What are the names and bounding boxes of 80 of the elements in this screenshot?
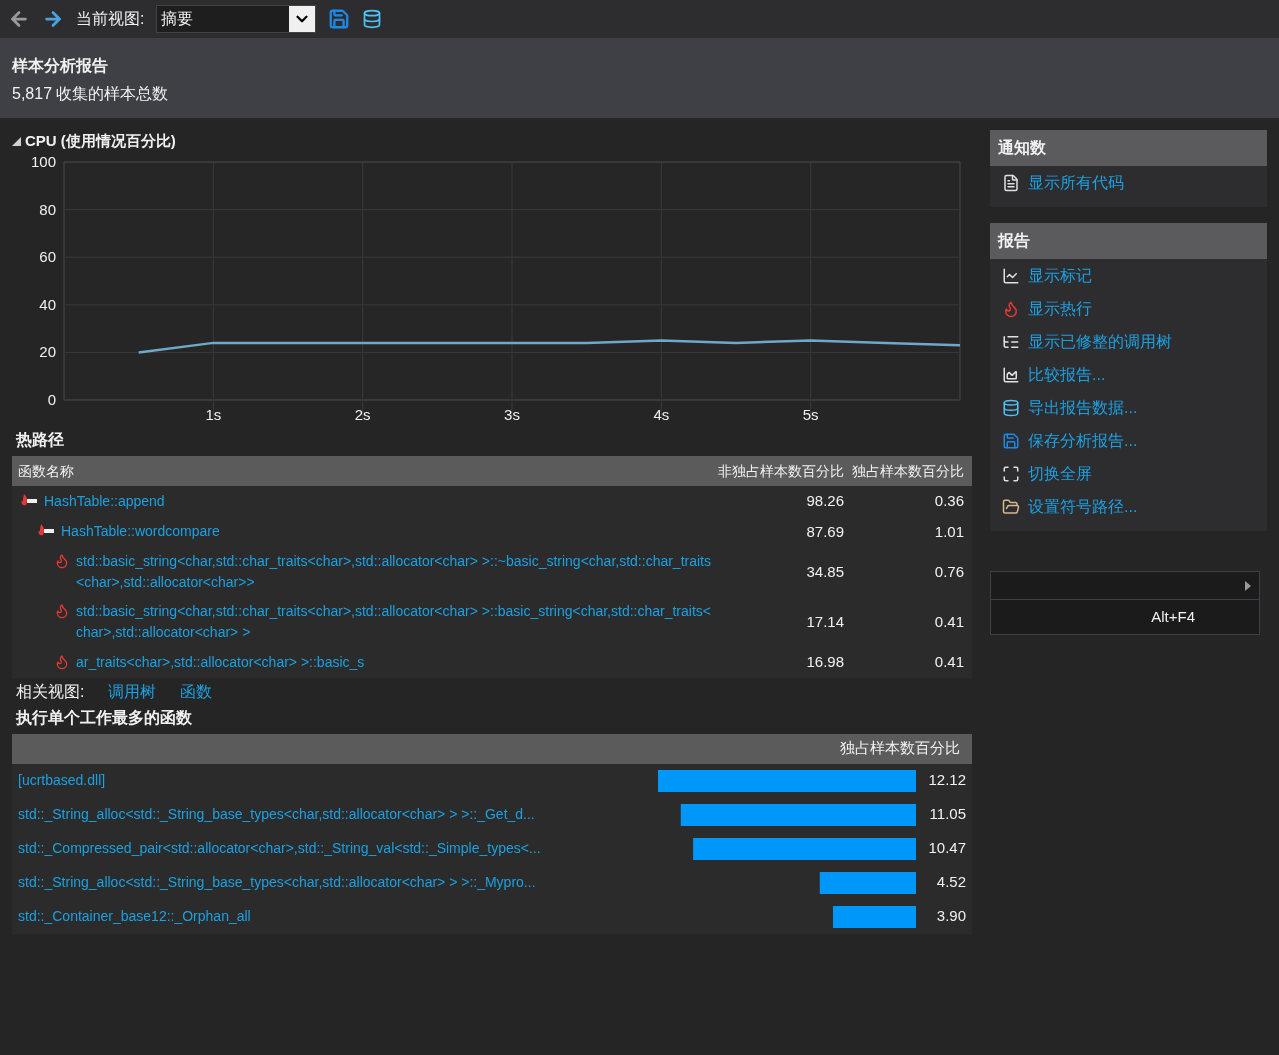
table-cell-text: 0.36 <box>933 491 965 511</box>
panel-link[interactable]: 显示标记 <box>1028 263 1092 288</box>
flame-icon <box>54 603 70 619</box>
panel-link[interactable]: 显示热行 <box>1028 296 1092 321</box>
flame-icon <box>54 553 70 569</box>
panel-link[interactable]: 设置符号路径... <box>1028 494 1138 519</box>
save-button[interactable] <box>328 8 351 30</box>
panel-header: 报告 <box>990 223 1267 259</box>
value-label: 11.05 <box>928 804 966 825</box>
document-icon <box>1002 173 1020 192</box>
function-link[interactable]: std::basic_string<char,std::char_traits<char>,std::allocator<char> >::basic_string<char,std::char_traits<char>,std::allocator<char> > <box>76 601 712 643</box>
x-tick-label: 1s <box>205 406 222 423</box>
x-tick-label: 3s <box>504 406 520 423</box>
x-tick-label: 2s <box>354 406 371 423</box>
panel-link[interactable]: 显示已修整的调用树 <box>1028 329 1172 354</box>
x-tick-label: 4s <box>653 406 670 423</box>
export-button[interactable] <box>362 9 383 29</box>
function-link[interactable]: HashTable::append <box>44 490 165 512</box>
chart-title: CPU (使用情况百分比) <box>25 130 176 151</box>
flame-pointer-icon <box>37 523 55 538</box>
report-title: 样本分析报告 <box>12 56 109 76</box>
table-cell-text: 1.01 <box>933 521 965 542</box>
table-cell-text: 87.69 <box>805 521 845 542</box>
forward-button[interactable] <box>42 8 64 30</box>
y-tick-label: 60 <box>39 248 56 266</box>
value-label: 10.47 <box>927 838 966 859</box>
table-cell-text: 17.14 <box>805 611 845 632</box>
y-tick-label: 40 <box>39 295 56 313</box>
column-header: 非独占样本数百分比 <box>717 461 845 481</box>
function-link[interactable]: std::basic_string<char,std::char_traits<char>,std::allocator<char> >::~basic_string<char,std::char_traits<char>,std::allocator<char>> <box>76 551 712 593</box>
flame-pointer-icon <box>20 492 38 507</box>
column-header: 独占样本数百分比 <box>852 461 965 481</box>
function-link[interactable]: std::_Compressed_pair<std::allocator<char>,std::_String_val<std::_Simple_types<... <box>18 838 655 859</box>
panel-link[interactable]: 导出报告数据... <box>1028 395 1138 420</box>
database-icon <box>1002 398 1020 417</box>
menu-shortcut: Alt+F4 <box>1151 606 1195 627</box>
view-dropdown[interactable]: 摘要 <box>156 5 317 33</box>
collapse-triangle-icon[interactable] <box>12 136 21 146</box>
panel-link[interactable]: 切换全屏 <box>1028 461 1092 486</box>
related-view-link[interactable]: 调用树 <box>108 679 157 704</box>
submenu-arrow-icon <box>1245 580 1251 591</box>
flame-icon <box>54 653 70 670</box>
x-tick-label: 5s <box>802 406 819 423</box>
panel-link[interactable]: 比较报告... <box>1028 362 1106 387</box>
y-tick-label: 80 <box>39 200 56 218</box>
save-icon <box>1002 431 1020 450</box>
function-link[interactable]: HashTable::wordcompare <box>61 521 220 543</box>
table-cell-text: 0.76 <box>933 561 965 582</box>
panel-link[interactable]: 显示所有代码 <box>1028 170 1124 195</box>
view-label: 当前视图: <box>76 9 145 29</box>
area-chart-icon <box>1002 365 1020 384</box>
function-link[interactable]: std::_String_alloc<std::_String_base_types<char,std::allocator<char> > >::_Mypro... <box>18 872 655 893</box>
sample-count: 5,817 收集的样本总数 <box>12 84 170 104</box>
column-header: 函数名称 <box>17 461 75 481</box>
panel-link[interactable]: 保存分析报告... <box>1028 428 1138 453</box>
table-cell-text: 98.26 <box>805 491 845 511</box>
function-link[interactable]: std::_String_alloc<std::_String_base_types<char,std::allocator<char> > >::_Get_d... <box>18 804 655 825</box>
table-cell-text: 34.85 <box>805 561 845 582</box>
value-label: 3.90 <box>935 906 966 927</box>
flame-icon <box>1002 299 1020 318</box>
chart-icon <box>1002 266 1020 285</box>
function-link[interactable]: ar_traits<char>,std::allocator<char> >::basic_s <box>76 651 365 673</box>
y-tick-label: 0 <box>47 391 56 408</box>
fullscreen-icon <box>1002 464 1020 483</box>
table-cell-text: 0.41 <box>933 611 965 632</box>
table-cell-text: 16.98 <box>805 652 845 672</box>
folder-icon <box>1002 497 1020 516</box>
value-label: 12.12 <box>927 770 966 791</box>
table-cell-text: 0.41 <box>933 652 965 672</box>
column-header: 独占样本数百分比 <box>12 733 972 764</box>
function-link[interactable]: std::_Container_base12::_Orphan_all <box>18 906 655 927</box>
section-title: 执行单个工作最多的函数 <box>14 707 193 728</box>
panel-header: 通知数 <box>990 130 1267 166</box>
function-link[interactable]: [ucrtbased.dll] <box>18 770 655 791</box>
value-label: 4.52 <box>935 872 966 893</box>
related-view-link[interactable]: 函数 <box>180 679 213 704</box>
section-title: 热路径 <box>15 430 65 450</box>
y-tick-label: 20 <box>39 343 56 361</box>
related-views-label: 相关视图: <box>16 681 85 702</box>
y-tick-label: 100 <box>30 153 56 170</box>
